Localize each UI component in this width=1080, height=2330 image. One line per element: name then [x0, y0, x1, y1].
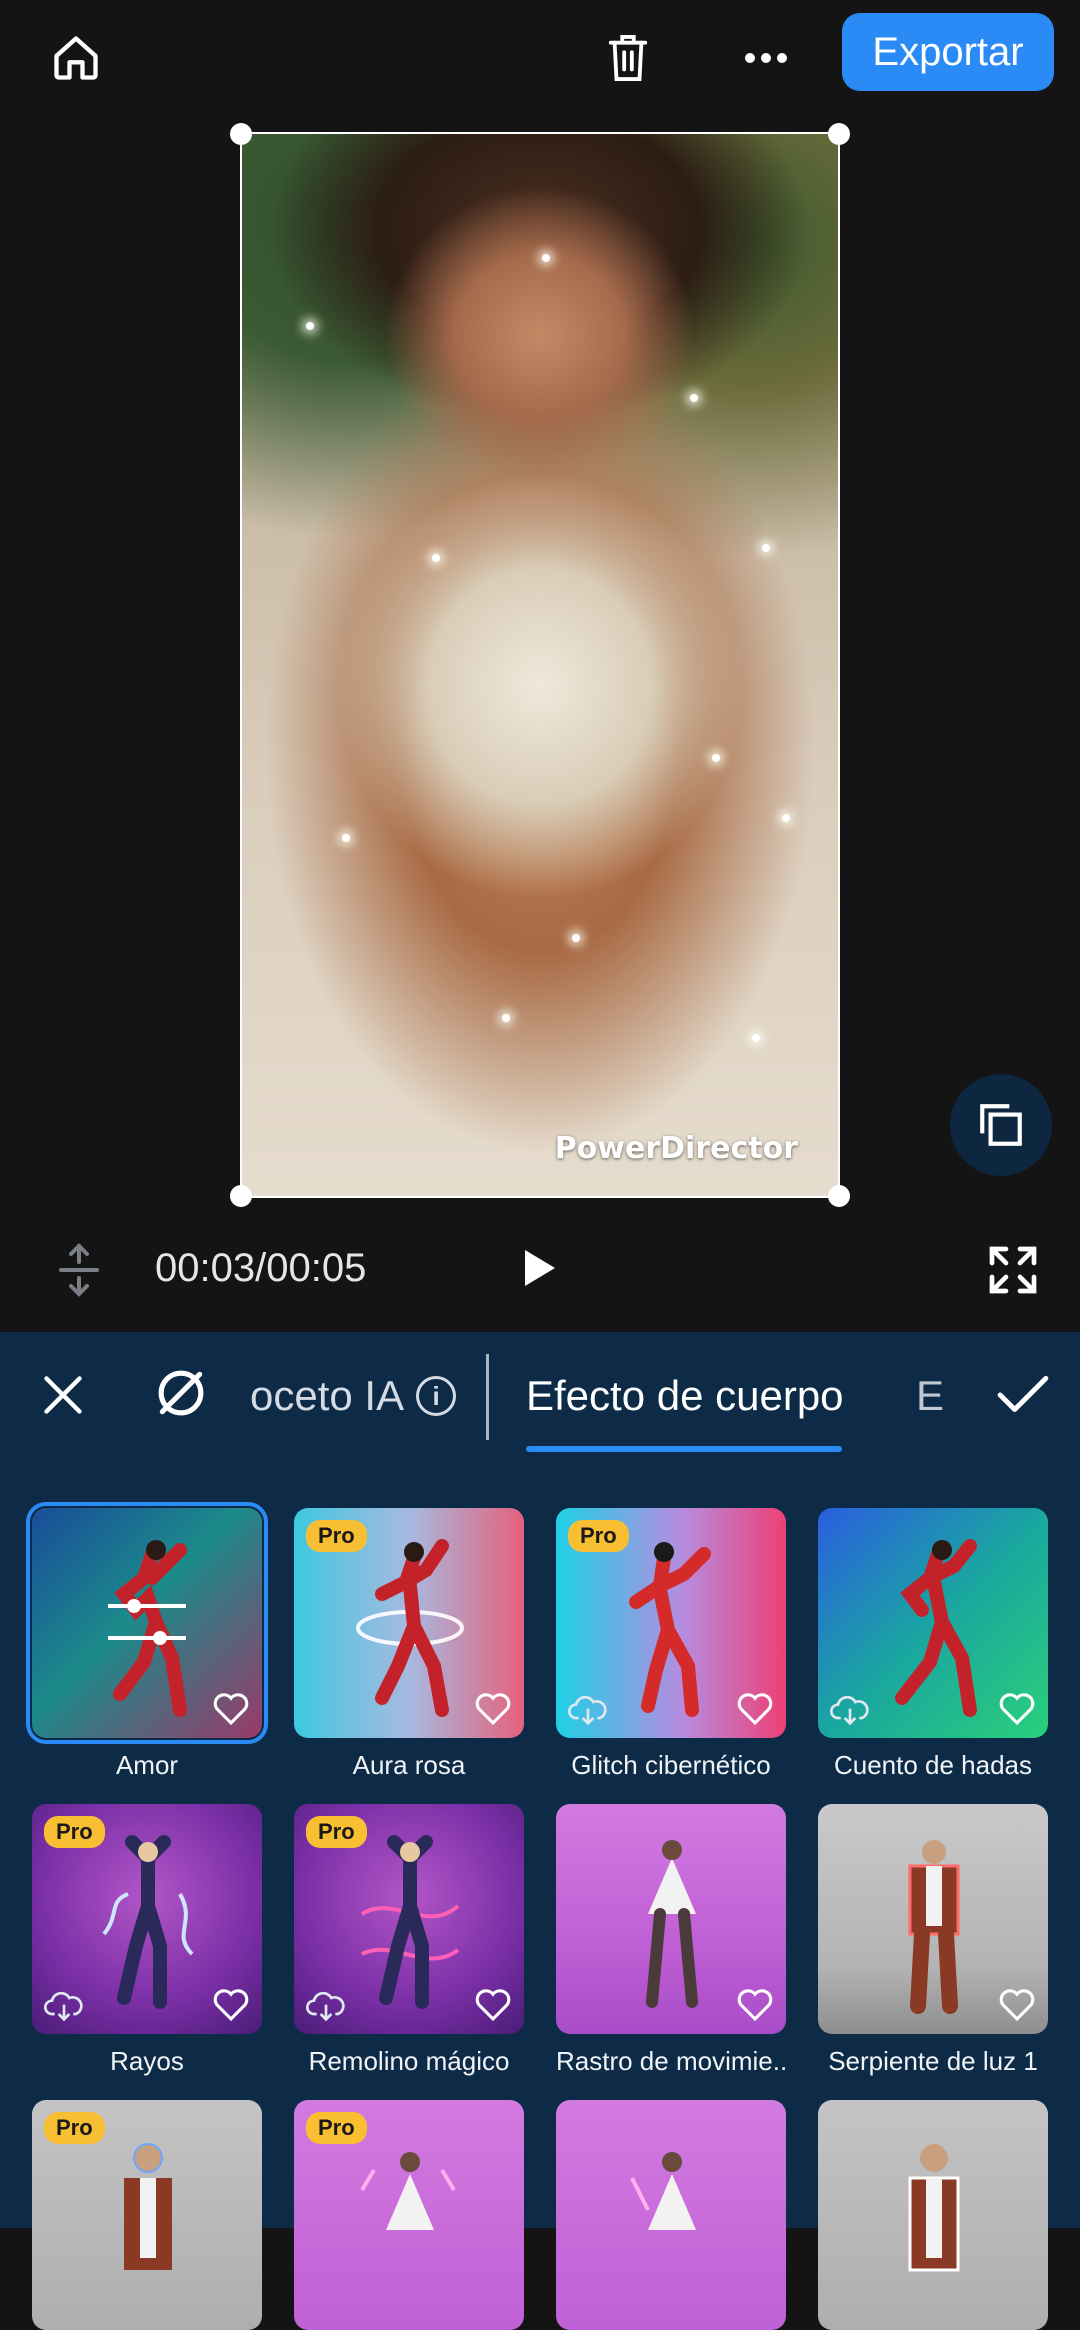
effect-tile[interactable]: Pro: [32, 2100, 262, 2330]
dancer-figure: [895, 1539, 977, 1717]
effect-tile[interactable]: Rastro de movimie..: [556, 1804, 786, 2077]
heart-icon[interactable]: [736, 1692, 774, 1726]
effect-thumbnail: [556, 2100, 786, 2330]
effect-label: Aura rosa: [352, 1750, 466, 1780]
watermark-text: PowerDirector: [554, 1131, 798, 1166]
adjust-sliders-icon: [108, 1599, 186, 1645]
dancer-figure: [360, 2152, 456, 2230]
person-figure: [124, 2143, 172, 2270]
download-cloud-icon[interactable]: [306, 1990, 346, 2022]
close-icon[interactable]: [30, 1362, 96, 1428]
resize-handle-bottom-right[interactable]: [828, 1185, 850, 1207]
person-figure: [908, 1840, 960, 2014]
download-cloud-icon[interactable]: [568, 1694, 608, 1726]
play-icon[interactable]: [512, 1236, 568, 1300]
effect-tile[interactable]: Pro Glitch cibernético: [556, 1508, 786, 1781]
effect-label: Rastro de movimie..: [556, 2046, 786, 2076]
top-toolbar: Exportar: [0, 0, 1080, 110]
effects-tab-bar: oceto IA i Efecto de cuerpo E: [0, 1332, 1080, 1462]
resize-handle-top-right[interactable]: [828, 123, 850, 145]
download-cloud-icon[interactable]: [44, 1990, 84, 2022]
effect-thumbnail: [556, 1804, 786, 2034]
effect-thumbnail: Pro: [294, 1508, 524, 1738]
layers-copy-icon[interactable]: [950, 1074, 1052, 1176]
effect-tile[interactable]: [818, 2100, 1048, 2330]
heart-icon[interactable]: [474, 1988, 512, 2022]
timecode: 00:03/00:05: [155, 1246, 367, 1290]
effect-tile[interactable]: [556, 2100, 786, 2330]
dancer-figure: [630, 2152, 696, 2230]
effect-tile[interactable]: Pro: [294, 2100, 524, 2330]
heart-icon[interactable]: [998, 1988, 1036, 2022]
trash-icon[interactable]: [592, 22, 664, 94]
resize-handle-top-left[interactable]: [230, 123, 252, 145]
tab-body-effect[interactable]: Efecto de cuerpo: [526, 1372, 844, 1420]
effect-thumbnail: Pro: [294, 2100, 524, 2330]
no-effect-icon[interactable]: [146, 1358, 216, 1428]
playback-controls: 00:03/00:05: [0, 1230, 1080, 1310]
effect-tile[interactable]: Amor: [26, 1502, 268, 1781]
effect-label: Rayos: [110, 2046, 184, 2076]
effect-thumbnail: Pro: [32, 1804, 262, 2034]
heart-icon[interactable]: [212, 1988, 250, 2022]
effect-label: Cuento de hadas: [833, 1750, 1033, 1780]
effect-thumbnail: Pro: [32, 2100, 262, 2330]
effect-tile[interactable]: Pro Remolino mágico: [294, 1804, 524, 2077]
tab-divider: [486, 1354, 489, 1440]
tab-label: oceto IA: [250, 1372, 405, 1419]
tab-next[interactable]: E: [916, 1372, 944, 1420]
dancer-figure: [102, 1835, 194, 2009]
effect-thumbnail: [818, 2100, 1048, 2330]
checkmark-icon[interactable]: [988, 1362, 1058, 1428]
effect-label: Serpiente de luz 1: [828, 2046, 1038, 2076]
dancer-figure: [356, 1539, 464, 1717]
effect-thumbnail: [818, 1508, 1048, 1738]
dancer-figure: [646, 1840, 698, 2008]
download-cloud-icon[interactable]: [830, 1694, 870, 1726]
effect-thumbnail: Pro: [294, 1804, 524, 2034]
dancer-figure: [360, 1835, 460, 2009]
tab-ai-concept[interactable]: oceto IA i: [250, 1372, 460, 1420]
active-tab-indicator: [526, 1446, 842, 1452]
effect-tile[interactable]: Serpiente de luz 1: [818, 1804, 1048, 2077]
dancer-figure: [629, 1542, 711, 1717]
home-icon[interactable]: [40, 22, 112, 94]
export-button[interactable]: Exportar: [842, 13, 1054, 91]
heart-icon[interactable]: [998, 1692, 1036, 1726]
effect-label: Remolino mágico: [308, 2046, 510, 2076]
info-icon[interactable]: i: [416, 1376, 457, 1416]
video-preview[interactable]: PowerDirector: [240, 132, 840, 1198]
heart-icon[interactable]: [212, 1692, 250, 1726]
effect-tile[interactable]: Cuento de hadas: [818, 1508, 1048, 1781]
effect-label: Glitch cibernético: [571, 1750, 771, 1780]
resize-handle-bottom-left[interactable]: [230, 1185, 252, 1207]
split-vertical-icon[interactable]: [52, 1238, 106, 1302]
effects-panel: oceto IA i Efecto de cuerpo E Amor Pro A…: [0, 1332, 1080, 2330]
heart-icon[interactable]: [736, 1988, 774, 2022]
more-dots-icon[interactable]: [730, 22, 802, 94]
effect-tile[interactable]: Pro Aura rosa: [294, 1508, 524, 1781]
effect-thumbnail: [818, 1804, 1048, 2034]
effect-tile[interactable]: Pro Rayos: [32, 1804, 262, 2077]
effect-thumbnail: Pro: [556, 1508, 786, 1738]
effect-thumbnail: [26, 1502, 268, 1744]
heart-icon[interactable]: [474, 1692, 512, 1726]
fullscreen-icon[interactable]: [978, 1238, 1048, 1302]
person-figure: [908, 2144, 960, 2272]
effect-label: Amor: [115, 1750, 179, 1780]
